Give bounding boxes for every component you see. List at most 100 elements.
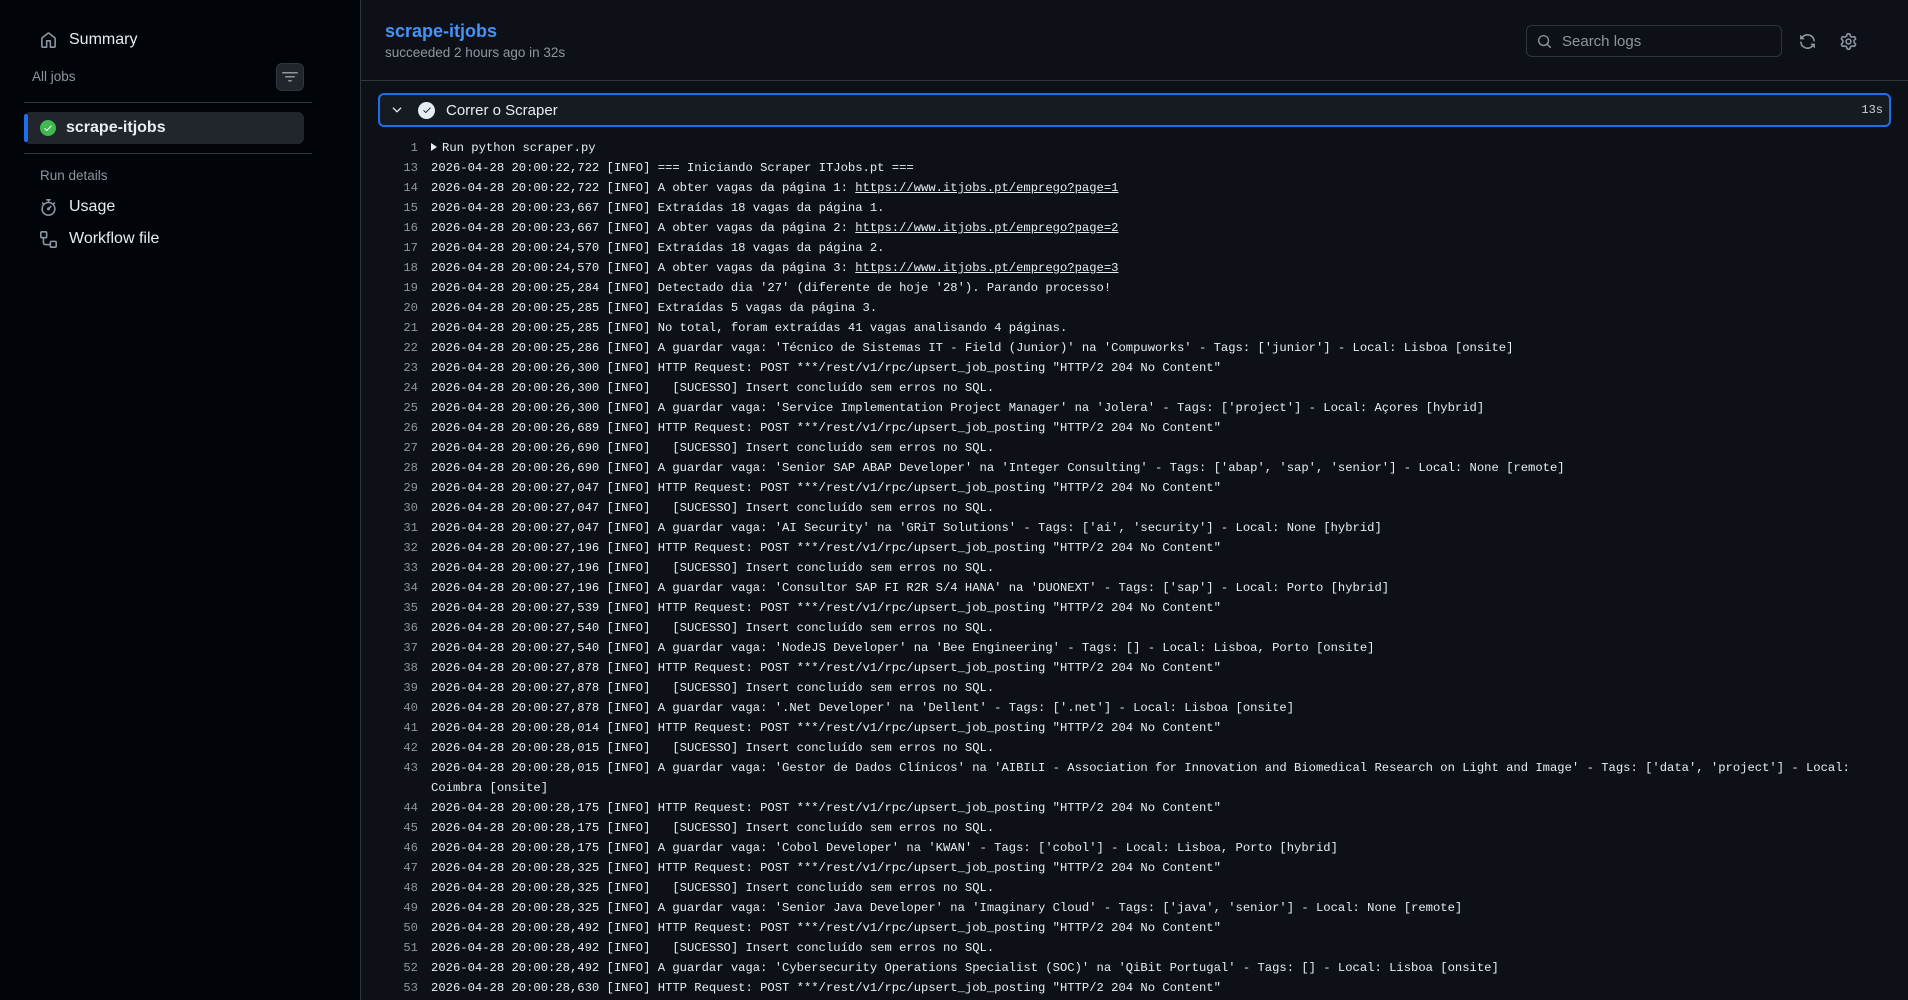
log-line-text: 2026-04-28 20:00:26,300 [INFO] [SUCESSO]… [431, 378, 1891, 398]
log-line-content: 2026-04-28 20:00:25,285 [INFO] Extraídas… [431, 301, 878, 315]
log-line-number[interactable]: 45 [378, 818, 431, 838]
log-line-number[interactable]: 42 [378, 738, 431, 758]
log-line-number[interactable]: 44 [378, 798, 431, 818]
sidebar-divider [24, 153, 312, 154]
log-line-number[interactable]: 37 [378, 638, 431, 658]
log-line-number[interactable]: 51 [378, 938, 431, 958]
log-link[interactable]: https://www.itjobs.pt/emprego?page=2 [855, 221, 1118, 235]
log-line: 34 2026-04-28 20:00:27,196 [INFO] A guard… [378, 578, 1891, 598]
log-line: 53 2026-04-28 20:00:28,630 [INFO] HTTP Re… [378, 978, 1891, 998]
workflow-file-link[interactable]: Workflow file [30, 223, 169, 255]
log-line-text: 2026-04-28 20:00:28,015 [INFO] [SUCESSO]… [431, 738, 1891, 758]
search-logs-input[interactable] [1562, 32, 1772, 50]
log-line-number[interactable]: 19 [378, 278, 431, 298]
log-line-text: 2026-04-28 20:00:28,325 [INFO] [SUCESSO]… [431, 878, 1891, 898]
log-line-number[interactable]: 49 [378, 898, 431, 918]
log-line-number[interactable]: 13 [378, 158, 431, 178]
log-line-content: 2026-04-28 20:00:28,492 [INFO] HTTP Requ… [431, 921, 1221, 935]
log-line-number[interactable]: 22 [378, 338, 431, 358]
log-line-number[interactable]: 50 [378, 918, 431, 938]
log-line-text: 2026-04-28 20:00:27,196 [INFO] A guardar… [431, 578, 1891, 598]
log-link[interactable]: https://www.itjobs.pt/emprego?page=3 [855, 261, 1118, 275]
log-line-content: 2026-04-28 20:00:26,689 [INFO] HTTP Requ… [431, 421, 1221, 435]
refresh-button[interactable] [1795, 29, 1819, 53]
log-line-number[interactable]: 33 [378, 558, 431, 578]
log-line-content: 2026-04-28 20:00:27,539 [INFO] HTTP Requ… [431, 601, 1221, 615]
filter-jobs-button[interactable] [276, 63, 304, 91]
log-line-number[interactable]: 26 [378, 418, 431, 438]
log-line-text: 2026-04-28 20:00:28,015 [INFO] A guardar… [431, 758, 1891, 798]
job-item-label: scrape-itjobs [66, 119, 166, 136]
log-line-number[interactable]: 18 [378, 258, 431, 278]
log-line-number[interactable]: 39 [378, 678, 431, 698]
main-panel: scrape-itjobs succeeded 2 hours ago in 3… [361, 0, 1908, 1000]
log-line-content: 2026-04-28 20:00:28,630 [INFO] HTTP Requ… [431, 981, 1221, 995]
log-line-number[interactable]: 41 [378, 718, 431, 738]
log-output: 1 Run python scraper.py 13 2026-04-28 20:00… [378, 138, 1891, 998]
log-line-number[interactable]: 28 [378, 458, 431, 478]
log-line-number[interactable]: 24 [378, 378, 431, 398]
sync-icon [1799, 33, 1815, 49]
search-logs [1526, 25, 1782, 57]
log-line-number[interactable]: 16 [378, 218, 431, 238]
log-line-number[interactable]: 32 [378, 538, 431, 558]
log-line-text: 2026-04-28 20:00:22,722 [INFO] A obter v… [431, 178, 1891, 198]
step-duration: 13s [1861, 103, 1883, 117]
settings-button[interactable] [1836, 29, 1860, 53]
expand-triangle-icon[interactable] [431, 143, 437, 151]
log-link[interactable]: https://www.itjobs.pt/emprego?page=1 [855, 181, 1118, 195]
log-line: 35 2026-04-28 20:00:27,539 [INFO] HTTP Re… [378, 598, 1891, 618]
job-item-scrape-itjobs[interactable]: scrape-itjobs [24, 112, 304, 144]
log-line-content: 2026-04-28 20:00:27,540 [INFO] [SUCESSO]… [431, 621, 995, 635]
log-line-number[interactable]: 38 [378, 658, 431, 678]
log-line-text: 2026-04-28 20:00:27,540 [INFO] A guardar… [431, 638, 1891, 658]
log-line-number[interactable]: 17 [378, 238, 431, 258]
log-line-number[interactable]: 36 [378, 618, 431, 638]
log-line-number[interactable]: 47 [378, 858, 431, 878]
log-line-content: 2026-04-28 20:00:28,014 [INFO] HTTP Requ… [431, 721, 1221, 735]
log-line-number[interactable]: 1 [378, 138, 431, 158]
log-line-text: 2026-04-28 20:00:23,667 [INFO] Extraídas… [431, 198, 1891, 218]
log-line-number[interactable]: 23 [378, 358, 431, 378]
log-line-number[interactable]: 53 [378, 978, 431, 998]
summary-label: Summary [69, 31, 138, 48]
log-line: 26 2026-04-28 20:00:26,689 [INFO] HTTP Re… [378, 418, 1891, 438]
log-line: 14 2026-04-28 20:00:22,722 [INFO] A obter… [378, 178, 1891, 198]
log-line: 27 2026-04-28 20:00:26,690 [INFO] [SUCESS… [378, 438, 1891, 458]
log-line-number[interactable]: 40 [378, 698, 431, 718]
log-line-number[interactable]: 48 [378, 878, 431, 898]
usage-link[interactable]: Usage [30, 191, 125, 223]
log-line-number[interactable]: 15 [378, 198, 431, 218]
log-line: 25 2026-04-28 20:00:26,300 [INFO] A guard… [378, 398, 1891, 418]
log-line: 42 2026-04-28 20:00:28,015 [INFO] [SUCESS… [378, 738, 1891, 758]
log-line: 52 2026-04-28 20:00:28,492 [INFO] A guard… [378, 958, 1891, 978]
log-line-content: 2026-04-28 20:00:26,300 [INFO] A guardar… [431, 401, 1485, 415]
log-line[interactable]: 1 Run python scraper.py [378, 138, 1891, 158]
filter-icon [282, 72, 298, 82]
log-line-number[interactable]: 21 [378, 318, 431, 338]
log-line-number[interactable]: 14 [378, 178, 431, 198]
log-line-number[interactable]: 43 [378, 758, 431, 798]
log-line: 49 2026-04-28 20:00:28,325 [INFO] A guard… [378, 898, 1891, 918]
summary-link[interactable]: Summary [30, 24, 147, 56]
log-line-number[interactable]: 30 [378, 498, 431, 518]
log-line-content: 2026-04-28 20:00:27,196 [INFO] [SUCESSO]… [431, 561, 995, 575]
log-line-number[interactable]: 31 [378, 518, 431, 538]
step-header-correr-o-scraper[interactable]: Correr o Scraper 13s [378, 93, 1891, 127]
log-line: 21 2026-04-28 20:00:25,285 [INFO] No tota… [378, 318, 1891, 338]
log-line-number[interactable]: 20 [378, 298, 431, 318]
log-line-content: 2026-04-28 20:00:27,878 [INFO] A guardar… [431, 701, 1295, 715]
log-line-number[interactable]: 35 [378, 598, 431, 618]
log-line-number[interactable]: 27 [378, 438, 431, 458]
stopwatch-icon [41, 198, 56, 216]
log-line: 46 2026-04-28 20:00:28,175 [INFO] A guard… [378, 838, 1891, 858]
log-line: 38 2026-04-28 20:00:27,878 [INFO] HTTP Re… [378, 658, 1891, 678]
log-line-number[interactable]: 34 [378, 578, 431, 598]
log-line-number[interactable]: 52 [378, 958, 431, 978]
log-line-text: 2026-04-28 20:00:25,285 [INFO] Extraídas… [431, 298, 1891, 318]
log-line-text: 2026-04-28 20:00:26,690 [INFO] A guardar… [431, 458, 1891, 478]
log-line-number[interactable]: 25 [378, 398, 431, 418]
log-line-number[interactable]: 46 [378, 838, 431, 858]
log-line-number[interactable]: 29 [378, 478, 431, 498]
log-line-text: Run python scraper.py [431, 138, 1891, 158]
